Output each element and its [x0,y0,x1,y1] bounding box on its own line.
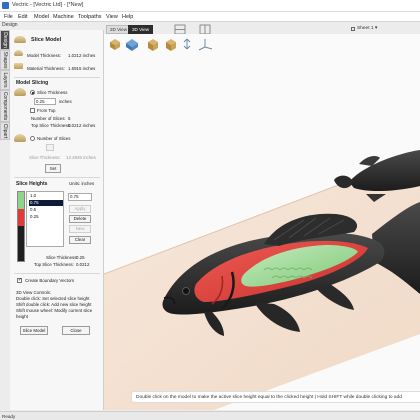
side-tabs: Design Shapes Layers Components Clipart [0,30,10,140]
menu-bar: File Edit Model Machine Toolpaths View H… [0,12,420,22]
from-top-checkbox[interactable] [30,108,35,113]
material-thickness-value: 1.5915 inches [68,66,96,71]
slice-thickness-option-label: Slice Thickness [37,90,68,95]
help-line-1: 3D View Controls: [16,290,52,295]
help-line-5: height [16,314,28,319]
help-line-2: Double click: Set selected slice height [16,296,90,301]
menu-toolpaths[interactable]: Toolpaths [78,14,102,20]
slice-thickness-glyph-icon [14,88,26,96]
help-line-4: Shift mouse wheel: Modify current slice [16,308,93,313]
top-slice-summary-label: Top Slice Thickness: [34,262,74,267]
side-view-icon[interactable] [166,39,176,51]
menu-view[interactable]: View [106,14,118,20]
top-view-icon[interactable] [126,39,138,51]
slice-thickness-input[interactable]: 0.25 [34,98,56,105]
number-of-slices-glyph-icon [14,134,26,142]
3d-viewport[interactable] [104,34,420,410]
set-button[interactable]: Set [45,164,61,173]
tab-shapes[interactable]: Shapes [0,50,10,70]
number-of-slices-option-label: Number of Slices [37,136,71,141]
tab-components[interactable]: Components [0,90,10,122]
slice-segment [18,209,24,226]
slice-thickness-summary-label: Slice Thickness: [46,255,78,260]
app-logo-icon [2,2,9,9]
tab-layers-label: Layers [2,72,8,88]
number-of-slices-radio[interactable] [30,136,35,141]
separator [14,177,100,178]
from-top-label: From Top [37,108,56,113]
slice-thickness-summary-value: 0.25 [76,255,85,260]
iso-view-icon[interactable] [110,39,120,50]
window-title: Vectric - [Vectric Ltd] - [*New] [12,2,84,8]
slice-heights-units: Units: inches [69,181,95,186]
panel-label: Design [2,22,18,28]
menu-file[interactable]: File [4,14,13,20]
tab-layers[interactable]: Layers [0,70,10,90]
material-thickness-icon [14,63,23,69]
slice-segment [18,244,24,261]
slice-thickness-unit: inches [59,99,72,104]
number-of-slices-label: Number of Slices: [31,116,66,121]
create-boundary-vectors-label: Create Boundary Vectors [25,278,75,283]
slice-thickness-readout-label: Slice Thickness: [29,155,61,160]
tab-design[interactable]: Design [0,30,10,50]
model-thickness-label: Model Thickness: [27,53,62,58]
sheet-icon [351,27,355,31]
slice-segment [18,226,24,244]
viewport-hint-bar: Double click on the model to make the ac… [131,391,420,403]
list-item[interactable]: 1.0 [29,193,63,199]
slice-model-glyph-icon [14,36,26,43]
separator [14,77,100,78]
tab-clipart-label: Clipart [2,123,8,139]
new-button[interactable]: New [69,225,91,233]
top-slice-summary-value: 0.0212 [76,262,90,267]
slice-model-button[interactable]: Slice Model [20,326,48,335]
panel-heading: Slice Model [31,37,62,43]
model-thickness-icon [14,50,23,56]
zoom-fit-icon[interactable] [183,38,191,50]
tab-design-label: Design [2,32,8,48]
separator [14,273,100,274]
help-line-3: Shift double click: Add new slice height [16,302,92,307]
slice-height-edit-input[interactable]: 0.75 [68,193,92,201]
model-thickness-value: 1.0212 inches [68,53,96,58]
slice-thickness-radio[interactable] [30,90,35,95]
clear-button[interactable]: Clear [69,236,91,244]
model-slicing-heading: Model Slicing [16,80,49,86]
apply-button[interactable]: Apply [69,205,91,213]
menu-model[interactable]: Model [34,14,49,20]
material-thickness-label: Material Thickness: [27,66,65,71]
slices-count-input[interactable] [46,144,54,151]
slice-thickness-readout-value: 12.2949 inches [66,155,96,160]
front-view-icon[interactable] [148,39,158,51]
create-boundary-vectors-checkbox[interactable] [17,277,22,283]
slice-heights-heading: Slice Heights [16,181,48,187]
number-of-slices-value: 5 [68,116,71,121]
list-item[interactable]: 0.5 [29,207,63,213]
tab-components-label: Components [2,91,8,121]
delete-button[interactable]: Delete [69,215,91,223]
tab-shapes-label: Shapes [2,51,8,69]
tab-clipart[interactable]: Clipart [0,122,10,140]
close-button[interactable]: Close [62,326,90,335]
title-bar: Vectric - [Vectric Ltd] - [*New] [0,0,420,12]
sheet-label: Sheet 1 [357,26,374,31]
menu-edit[interactable]: Edit [18,14,27,20]
slice-heights-list[interactable]: 1.0 0.75 0.5 0.25 [26,191,64,247]
menu-help[interactable]: Help [122,14,133,20]
list-item[interactable]: 0.25 [29,214,63,220]
top-slice-thickness-label: Top Slice Thickness: [31,123,71,128]
list-item[interactable]: 0.75 [29,200,63,206]
slice-height-color-bar [17,191,25,262]
menu-machine[interactable]: Machine [53,14,74,20]
chevron-down-icon: ▾ [374,26,378,31]
status-text: Ready [2,413,16,419]
axis-icon[interactable] [198,39,213,51]
status-bar: Ready [0,411,420,420]
top-slice-thickness-value: 0.0212 inches [68,123,96,128]
sheet-selector[interactable]: Sheet 1 ▾ [351,26,378,31]
tab-3d-view[interactable]: 3D View [128,25,154,34]
slice-segment [18,192,24,209]
